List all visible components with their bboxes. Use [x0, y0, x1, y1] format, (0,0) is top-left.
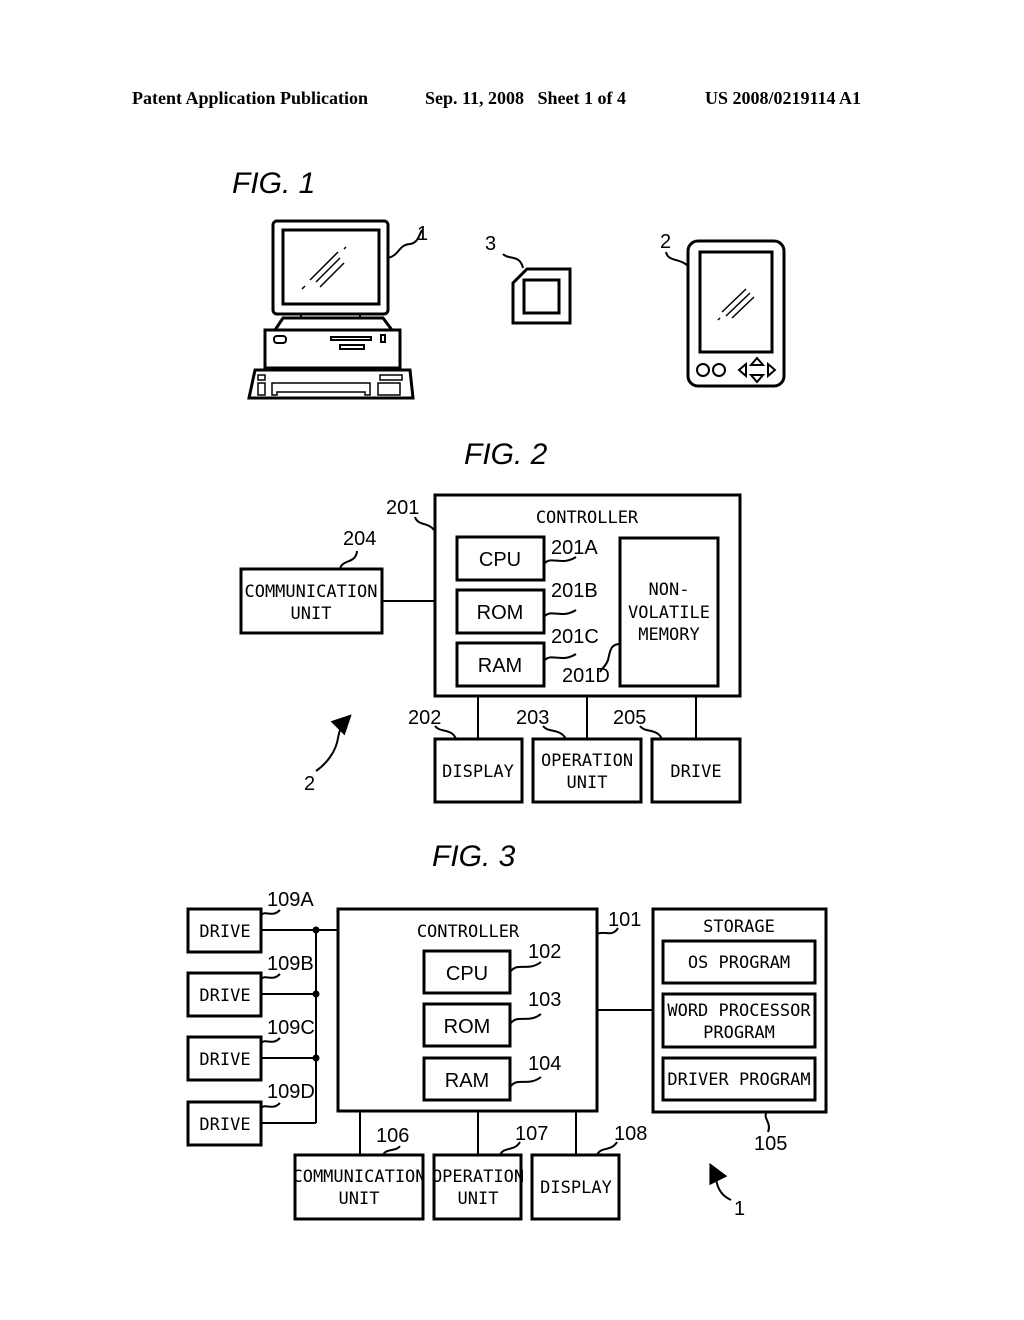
fig2-display-label: DISPLAY	[442, 762, 514, 782]
fig3-title: FIG. 3	[432, 840, 516, 873]
fig2-comm-leader	[339, 550, 358, 570]
fig2-cpu-ref: 201A	[551, 537, 598, 559]
fig2-drive-leader	[639, 725, 663, 740]
patent-drawing-sheet: FIG. 1 1 3 2 FIG. 2 CONTROLLER 201 CPU 2…	[186, 167, 828, 1221]
fig2-drive-ref: 205	[613, 707, 646, 729]
fig2-nvm-leader	[599, 643, 621, 673]
leader-line-2	[665, 251, 689, 267]
fig2-rom-ref: 201B	[551, 580, 598, 602]
fig2-operation-line1: OPERATION	[541, 751, 633, 771]
fig3-drive-ref-d: 109D	[267, 1081, 315, 1103]
fig3-ram-ref: 104	[528, 1053, 561, 1075]
fig2-controller-ref: 201	[386, 497, 419, 519]
fig3-junction-c	[312, 1054, 320, 1062]
memory-card-icon	[511, 267, 572, 325]
fig1-ref-card: 3	[485, 233, 496, 255]
fig3-controller-ref: 101	[608, 909, 641, 931]
fig3-storage-leader	[764, 1111, 770, 1133]
fig2-ram-label: RAM	[478, 655, 522, 677]
fig2-comm-line2: UNIT	[291, 604, 332, 624]
fig2-device-arrow	[315, 714, 352, 772]
fig2-nvm-line1: NON-	[649, 580, 690, 600]
fig3-operation-box	[432, 1153, 523, 1221]
fig2-cpu-label: CPU	[479, 549, 521, 571]
fig2-operation-leader	[542, 725, 567, 740]
fig3-junction-b	[312, 990, 320, 998]
fig3-drive-label-d: DRIVE	[199, 1115, 250, 1135]
fig3-ram-leader	[510, 1076, 542, 1087]
fig3-cpu-leader	[510, 961, 542, 972]
fig3-operation-line1: OPERATION	[432, 1167, 524, 1187]
leader-line-3	[502, 253, 524, 269]
fig2-display-leader	[434, 725, 457, 740]
fig3-drive-label-a: DRIVE	[199, 922, 250, 942]
fig3-drive-label-c: DRIVE	[199, 1050, 250, 1070]
fig3-word-processor-line1: WORD PROCESSOR	[667, 1001, 811, 1021]
fig3-storage-ref: 105	[754, 1133, 787, 1155]
fig3-rom-label: ROM	[444, 1016, 491, 1038]
fig2-ram-leader	[544, 653, 577, 661]
fig3-comm-ref: 106	[376, 1125, 409, 1147]
fig2-nvm-line2: VOLATILE	[628, 603, 710, 623]
fig3-drive-ref-b: 109B	[267, 953, 314, 975]
fig3-comm-line1: COMMUNICATION	[292, 1167, 425, 1187]
fig3-device-ref: 1	[734, 1198, 745, 1220]
fig2-nvm-line3: MEMORY	[638, 625, 699, 645]
desktop-computer-icon	[247, 219, 415, 400]
fig3-display-label: DISPLAY	[540, 1178, 612, 1198]
fig3-storage-label: STORAGE	[703, 917, 775, 937]
fig3-rom-leader	[510, 1013, 542, 1024]
fig2-controller-label: CONTROLLER	[536, 508, 639, 528]
fig2-title: FIG. 2	[464, 438, 548, 471]
fig2-comm-line1: COMMUNICATION	[244, 582, 377, 602]
fig3-drive-ref-a: 109A	[267, 889, 314, 911]
fig3-drive-leader-d	[260, 1102, 281, 1109]
fig2-operation-ref: 203	[516, 707, 549, 729]
fig3-drive-group: DRIVE 109A DRIVE 109B DRIVE 109C DRIVE 1…	[186, 889, 338, 1147]
fig3-cpu-label: CPU	[446, 963, 488, 985]
fig3-comm-line2: UNIT	[339, 1189, 380, 1209]
fig1-title: FIG. 1	[232, 167, 315, 200]
fig3-junction-a	[312, 926, 320, 934]
fig3-controller-label: CONTROLLER	[417, 922, 520, 942]
fig3-display-ref: 108	[614, 1123, 647, 1145]
fig3-drive-label-b: DRIVE	[199, 986, 250, 1006]
pda-device-icon	[686, 239, 786, 388]
fig3-operation-line2: UNIT	[458, 1189, 499, 1209]
figure-3: FIG. 3 CONTROLLER 101 CPU 102 ROM 103 RA…	[186, 840, 828, 1221]
fig3-os-program-label: OS PROGRAM	[688, 953, 790, 973]
fig3-comm-box	[293, 1153, 425, 1221]
figure-2: FIG. 2 CONTROLLER 201 CPU 201A ROM 201B …	[239, 438, 742, 804]
fig3-rom-ref: 103	[528, 989, 561, 1011]
fig3-ram-label: RAM	[445, 1070, 489, 1092]
fig2-rom-label: ROM	[477, 602, 524, 624]
fig3-operation-ref: 107	[515, 1123, 548, 1145]
fig3-cpu-ref: 102	[528, 941, 561, 963]
figure-1: FIG. 1 1 3 2	[232, 167, 786, 400]
fig2-operation-line2: UNIT	[567, 773, 608, 793]
fig3-driver-program-label: DRIVER PROGRAM	[667, 1070, 810, 1090]
fig2-display-ref: 202	[408, 707, 441, 729]
fig1-ref-pda: 2	[660, 231, 671, 253]
fig2-comm-ref: 204	[343, 528, 376, 550]
fig2-drive-label: DRIVE	[670, 762, 721, 782]
fig3-word-processor-line2: PROGRAM	[703, 1023, 775, 1043]
fig2-rom-leader	[544, 609, 577, 617]
fig1-ref-computer: 1	[417, 223, 428, 245]
fig3-drive-ref-c: 109C	[267, 1017, 315, 1039]
fig2-ram-ref: 201C	[551, 626, 599, 648]
fig2-device-ref: 2	[304, 773, 315, 795]
fig3-device-arrow	[709, 1162, 732, 1201]
